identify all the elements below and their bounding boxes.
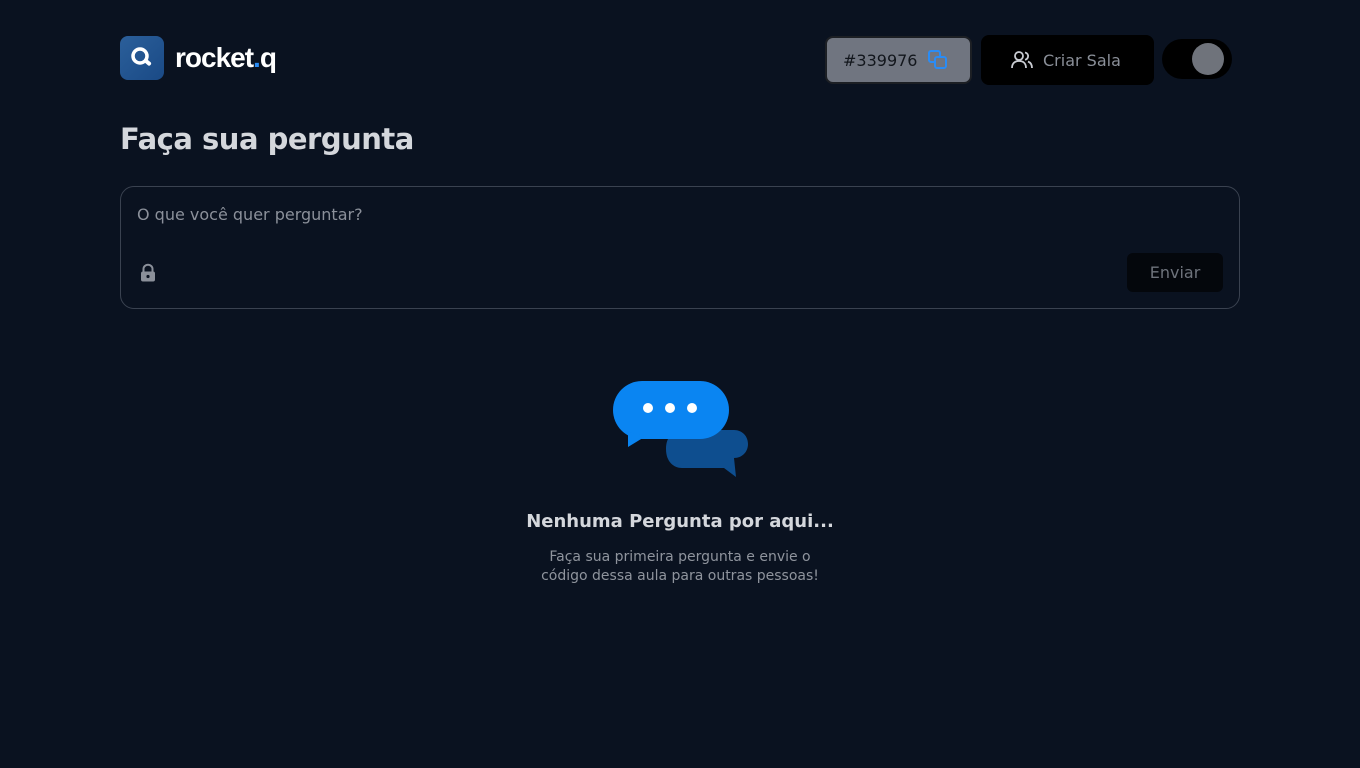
copy-icon	[927, 49, 949, 71]
send-button[interactable]: Enviar	[1127, 253, 1223, 292]
empty-state-title: Nenhuma Pergunta por aqui...	[526, 511, 834, 532]
logo[interactable]: rocket.q	[120, 36, 277, 80]
logo-text: rocket.q	[175, 42, 277, 73]
page-title: Faça sua pergunta	[120, 122, 414, 156]
chat-bubbles-icon	[612, 380, 752, 484]
lock-icon	[139, 263, 157, 283]
search-bubble-icon	[120, 36, 164, 80]
page: rocket.q #339976 Criar Sala Faça sua per…	[0, 0, 1360, 768]
create-room-button[interactable]: Criar Sala	[981, 35, 1154, 85]
create-room-label: Criar Sala	[1043, 50, 1121, 70]
theme-toggle[interactable]	[1162, 39, 1232, 79]
room-code: #339976	[843, 50, 918, 70]
users-icon	[1011, 49, 1033, 71]
question-input[interactable]	[137, 205, 1217, 235]
toggle-knob	[1192, 43, 1224, 75]
question-form: Enviar	[120, 186, 1240, 309]
empty-state-description: Faça sua primeira pergunta e envie o cód…	[541, 549, 819, 584]
room-code-button[interactable]: #339976	[825, 36, 972, 84]
